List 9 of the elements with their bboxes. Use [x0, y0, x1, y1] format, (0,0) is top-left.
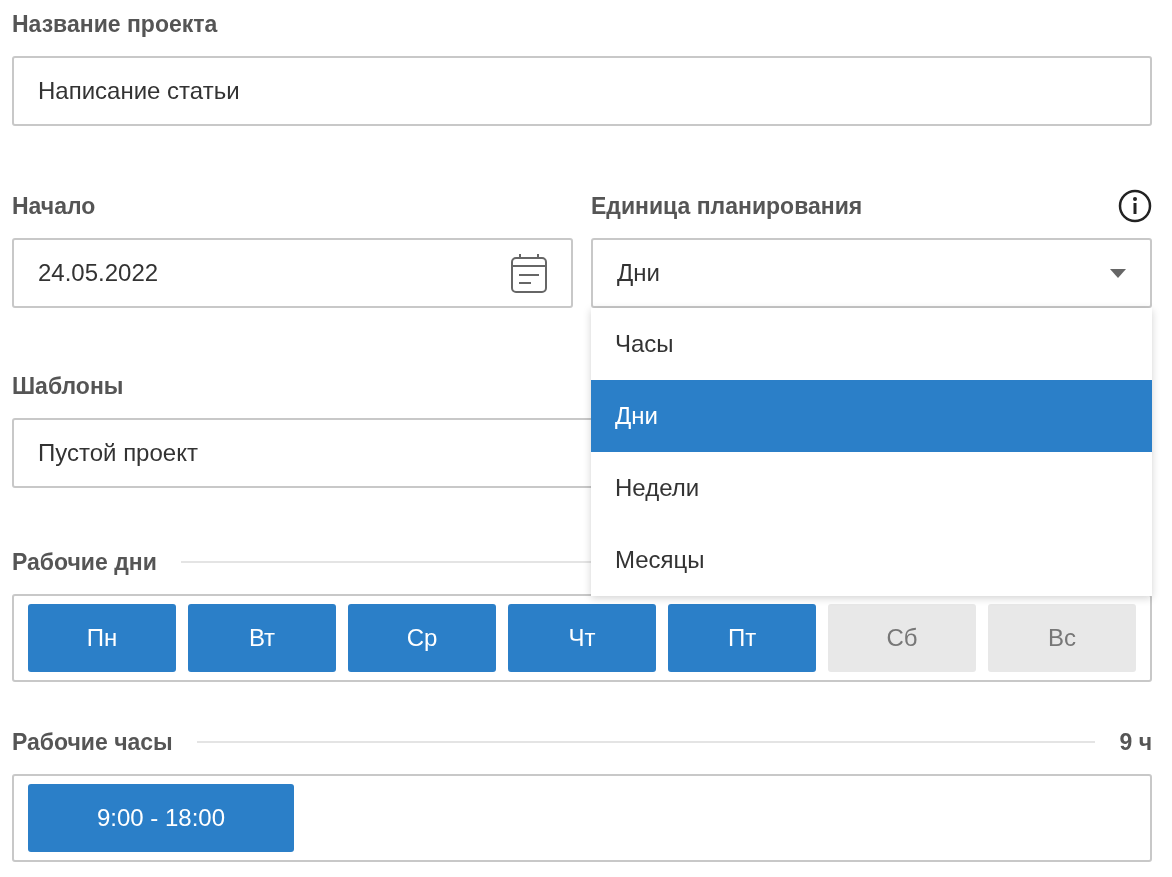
section-label: Рабочие дни — [12, 548, 157, 576]
field-label: Название проекта — [12, 10, 218, 38]
date-value: 24.05.2022 — [38, 259, 159, 287]
select-value: Дни — [617, 259, 660, 287]
hours-total: 9 ч — [1119, 728, 1152, 756]
field-label: Начало — [12, 192, 96, 220]
section-label: Рабочие часы — [12, 728, 173, 756]
field-label: Шаблоны — [12, 372, 124, 400]
field-label: Единица планирования — [591, 192, 863, 220]
